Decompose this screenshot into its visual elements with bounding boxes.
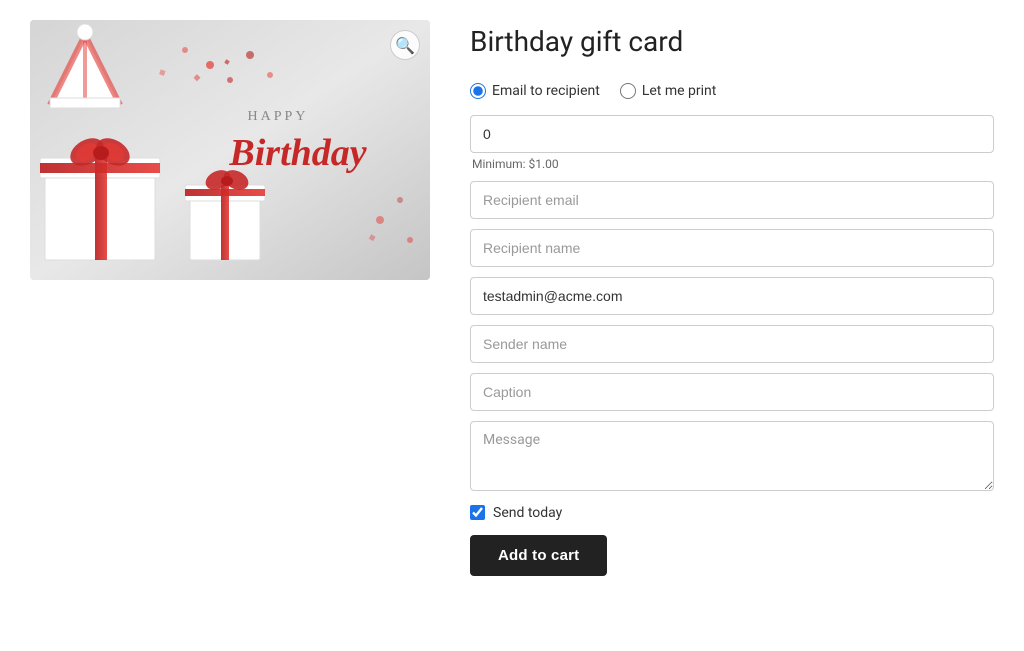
zoom-icon[interactable]: 🔍	[390, 30, 420, 60]
let-me-print-label: Let me print	[642, 83, 717, 99]
amount-input[interactable]	[470, 115, 994, 153]
email-recipient-label: Email to recipient	[492, 83, 600, 99]
svg-text:Birthday: Birthday	[228, 132, 366, 174]
recipient-name-input[interactable]	[470, 229, 994, 267]
sender-email-input[interactable]	[470, 277, 994, 315]
sender-email-group	[470, 277, 994, 315]
sender-name-input[interactable]	[470, 325, 994, 363]
let-me-print-radio[interactable]	[620, 83, 636, 99]
sender-name-group	[470, 325, 994, 363]
caption-group	[470, 373, 994, 411]
page-container: HAPPY Birthday 🔍 Birthday gift card	[0, 0, 1024, 596]
email-recipient-option[interactable]: Email to recipient	[470, 83, 600, 99]
message-group	[470, 421, 994, 495]
message-textarea[interactable]	[470, 421, 994, 491]
product-title: Birthday gift card	[470, 25, 994, 59]
amount-group: Minimum: $1.00	[470, 115, 994, 171]
add-to-cart-button[interactable]: Add to cart	[470, 535, 607, 576]
email-recipient-radio[interactable]	[470, 83, 486, 99]
left-panel: HAPPY Birthday 🔍	[30, 20, 430, 280]
recipient-email-input[interactable]	[470, 181, 994, 219]
delivery-options: Email to recipient Let me print	[470, 83, 994, 99]
send-today-checkbox[interactable]	[470, 505, 485, 520]
svg-text:HAPPY: HAPPY	[248, 109, 309, 124]
recipient-email-group	[470, 181, 994, 219]
min-label: Minimum: $1.00	[470, 157, 994, 171]
send-today-row: Send today	[470, 505, 994, 521]
caption-input[interactable]	[470, 373, 994, 411]
send-today-label[interactable]: Send today	[493, 505, 562, 521]
product-image-wrapper: HAPPY Birthday 🔍	[30, 20, 430, 280]
recipient-name-group	[470, 229, 994, 267]
let-me-print-option[interactable]: Let me print	[620, 83, 717, 99]
right-panel: Birthday gift card Email to recipient Le…	[470, 20, 994, 576]
